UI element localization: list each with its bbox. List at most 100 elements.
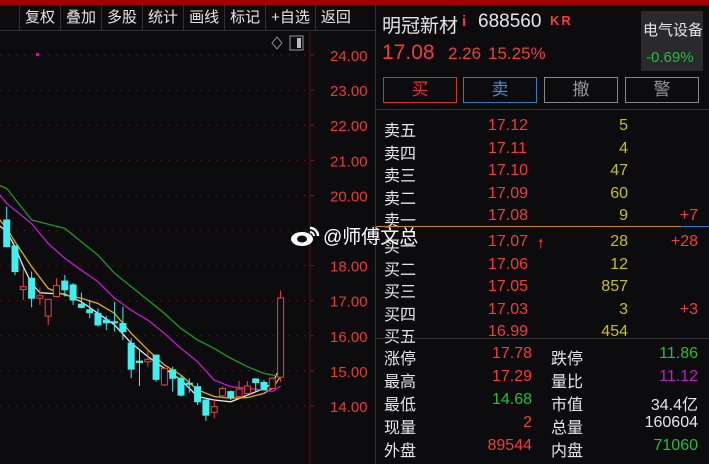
y-tick-label: 20.00 [330, 188, 368, 205]
stat-row: 现量 2 总量 160604 [376, 414, 709, 437]
candle-up [210, 400, 218, 419]
diamond-icon[interactable] [271, 36, 283, 50]
level-volume: 9 [619, 207, 628, 224]
y-tick-label: 16.00 [330, 329, 368, 346]
kline-chart[interactable]: 24.00 23.00 22.00 21.00 20.00 18.00 17.00 16.00… [0, 31, 375, 464]
candle-up [160, 366, 168, 386]
level-label: 买二 [384, 261, 417, 279]
level-volume: 5 [619, 117, 628, 134]
y-tick-label: 22.00 [330, 118, 368, 135]
level-price: 17.12 [488, 117, 529, 134]
level-change: +7 [679, 207, 698, 224]
sector-box[interactable]: 电气设备 -0.69% [641, 11, 703, 71]
cancel-order-button[interactable]: 撤 [544, 77, 618, 103]
candle-up [53, 278, 60, 298]
candle-up [235, 380, 243, 398]
stat-value: 11.86 [659, 345, 698, 362]
level-label: 买五 [384, 329, 417, 346]
ask-row[interactable]: 卖三 17.10 47 [376, 162, 709, 185]
stat-value: 17.29 [491, 368, 532, 385]
candle-down [169, 366, 177, 392]
toolbar-multi-stock-button[interactable]: 多股 [102, 5, 144, 31]
level-label: 买四 [384, 306, 417, 324]
stat-label: 总量 [551, 420, 584, 437]
candle-down [177, 375, 185, 397]
stat-value: 71060 [653, 437, 699, 454]
bid-row[interactable]: 买四 17.03 3 +3 [376, 300, 709, 324]
level-label: 卖四 [384, 145, 417, 163]
ask-row[interactable]: 卖二 17.09 60 [376, 184, 709, 208]
spread-divider-end [681, 226, 709, 227]
stat-label: 市值 [551, 397, 584, 414]
quote-panel: 明冠新材 i 688560 KR 17.08 2.26 15.25% 电气设备 … [375, 5, 709, 464]
level-volume: 60 [610, 184, 628, 202]
stat-label: 涨停 [384, 351, 417, 368]
candle-down [260, 380, 268, 391]
stat-label: 现量 [384, 420, 417, 437]
toolbar-overlay-button[interactable]: 叠加 [61, 5, 103, 31]
up-arrow-icon: 🠕 [538, 236, 544, 251]
bid-row[interactable]: 买五 16.99 454 [376, 323, 709, 346]
candle-down [202, 399, 210, 421]
level-price: 17.10 [488, 162, 529, 179]
candle-down [119, 306, 127, 341]
alert-button[interactable]: 警 [625, 77, 699, 103]
divider [376, 109, 709, 110]
toolbar-add-watchlist-button[interactable]: +自选 [266, 5, 316, 31]
candle-down [152, 354, 160, 382]
toolbar-stats-button[interactable]: 统计 [143, 5, 185, 31]
y-tick-label: 14.00 [330, 399, 368, 416]
y-tick-label: 23.00 [330, 83, 368, 100]
stat-value: 17.78 [491, 345, 532, 362]
candle-down [69, 283, 77, 305]
candle-up [277, 290, 285, 383]
candle-up [268, 377, 276, 390]
spread-divider [376, 226, 681, 227]
toolbar-back-button[interactable]: 返回 [316, 5, 356, 31]
stat-label: 外盘 [384, 443, 417, 460]
candle-up [243, 381, 251, 396]
stat-label: 量比 [551, 374, 584, 391]
candle-down [136, 349, 143, 386]
stat-value: 11.12 [659, 368, 698, 385]
divider [376, 338, 709, 339]
level-label: 卖二 [384, 190, 417, 208]
toolbar-draw-button[interactable]: 画线 [184, 5, 226, 31]
toolbar-fuquan-button[interactable]: 复权 [20, 5, 62, 31]
bid-row[interactable]: 买一 17.07 28 +28 🠕 [376, 233, 709, 256]
level-label: 卖三 [384, 168, 417, 185]
level-volume: 3 [619, 300, 628, 318]
kr-badge: KR [550, 13, 573, 28]
y-tick-label: 24.00 [330, 48, 368, 65]
y-tick-label: 15.00 [330, 364, 368, 381]
level-price: 17.06 [488, 255, 529, 273]
level-label: 卖一 [384, 213, 417, 230]
level-label: 卖五 [384, 123, 417, 140]
bid-row[interactable]: 买三 17.05 857 [376, 278, 709, 301]
level-price: 17.07 [488, 233, 529, 250]
level-label: 买一 [384, 239, 417, 256]
level-price: 17.08 [488, 207, 529, 224]
price-change: 2.26 [448, 44, 482, 63]
panel-toggle-icon[interactable] [289, 35, 304, 51]
bid-row[interactable]: 买二 17.06 12 [376, 255, 709, 279]
stat-row: 涨停 17.78 跌停 11.86 [376, 345, 709, 368]
candle-down [61, 275, 69, 297]
stock-code: 688560 [478, 11, 542, 32]
ask-row[interactable]: 卖四 17.11 4 [376, 139, 709, 163]
ask-row[interactable]: 卖五 17.12 5 [376, 117, 709, 140]
candle-down [28, 271, 36, 308]
last-price: 17.08 [382, 41, 435, 64]
y-tick-label: 18.00 [330, 259, 368, 276]
sell-button[interactable]: 卖 [463, 77, 537, 103]
buy-button[interactable]: 买 [383, 77, 457, 103]
stat-label: 跌停 [551, 351, 584, 368]
level-price: 17.05 [488, 278, 529, 295]
level-label: 买三 [384, 284, 417, 301]
candle-down [11, 245, 19, 276]
info-icon[interactable]: i [462, 13, 466, 30]
toolbar-mark-button[interactable]: 标记 [225, 5, 267, 31]
stat-label: 内盘 [551, 443, 584, 460]
level-price: 17.11 [488, 139, 527, 157]
marker-dot [36, 53, 39, 56]
